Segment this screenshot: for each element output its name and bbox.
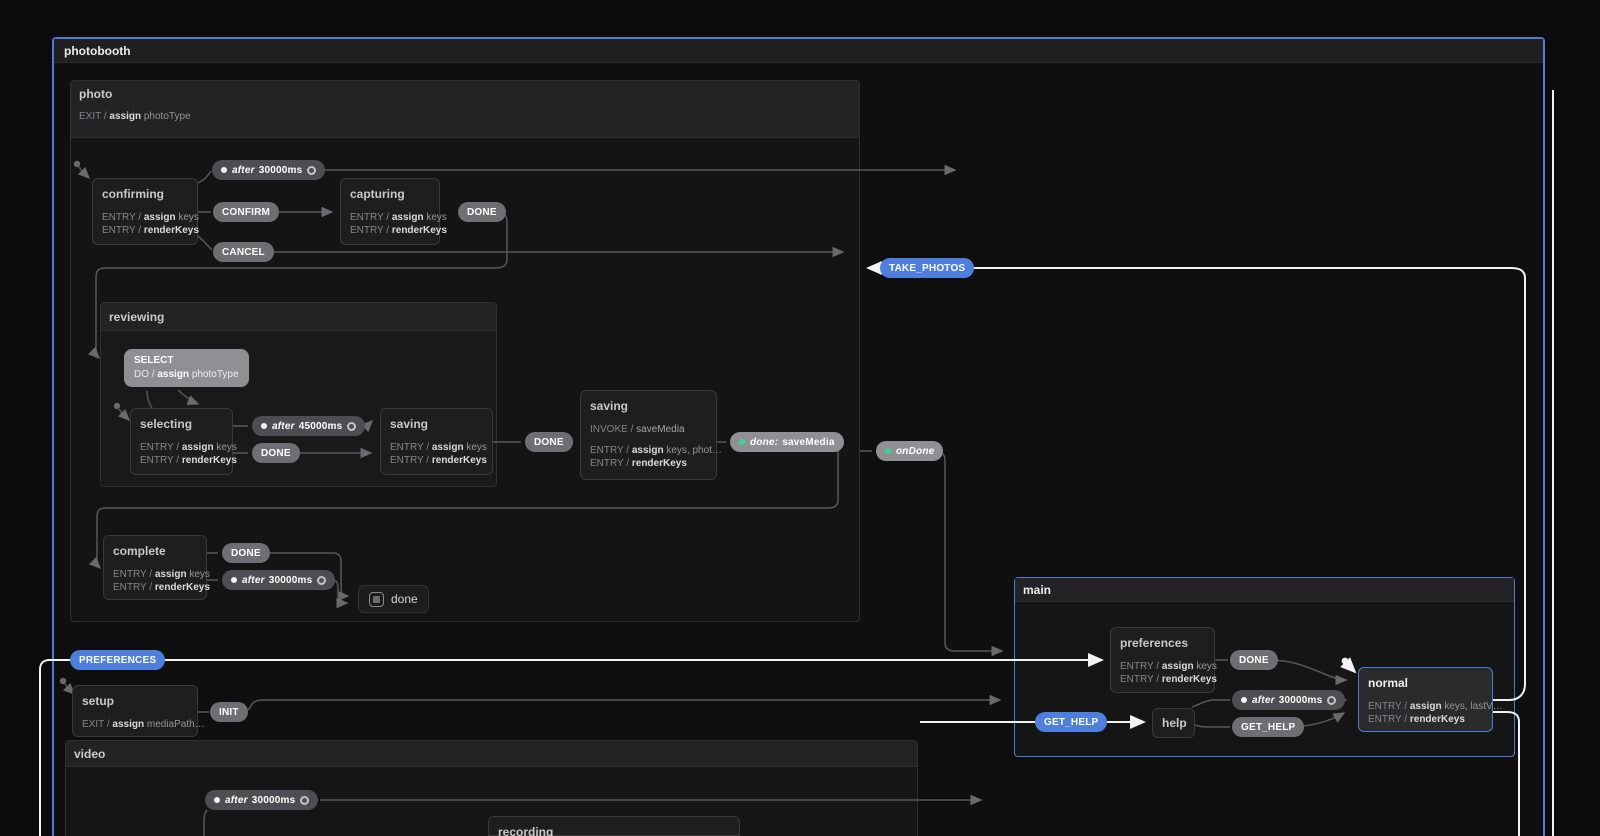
state-preferences[interactable]: preferences ENTRY / assign keys ENTRY / … [1110, 627, 1215, 693]
transition-select[interactable]: SELECT DO / assign photoType [124, 349, 249, 387]
entry-action: ENTRY / renderKeys [350, 224, 430, 237]
entry-action: ENTRY / assign keys [350, 211, 430, 224]
state-preferences-title: preferences [1120, 636, 1205, 650]
transition-get-help-normal[interactable]: GET_HELP [1232, 717, 1304, 737]
state-complete[interactable]: complete ENTRY / assign keys ENTRY / ren… [103, 535, 207, 600]
state-saving-title: saving [390, 417, 483, 431]
delay-dot-icon [214, 797, 220, 803]
transition-after-30000-confirming[interactable]: after 30000ms [212, 160, 325, 180]
state-normal[interactable]: normal ENTRY / assign keys, lastV… ENTRY… [1358, 667, 1493, 732]
machine-title: photobooth [64, 44, 131, 58]
group-photo-title: photo [79, 87, 859, 101]
timer-icon [317, 576, 326, 585]
state-done-title: done [391, 592, 418, 606]
invoke-done-dot-icon [885, 448, 891, 454]
state-capturing-title: capturing [350, 187, 430, 201]
entry-action: ENTRY / assign keys [1120, 660, 1205, 673]
entry-action: ENTRY / assign keys [102, 211, 188, 224]
delay-dot-icon [1241, 697, 1247, 703]
timer-icon [1327, 696, 1336, 705]
final-state-icon [369, 592, 384, 607]
timer-icon [347, 422, 356, 431]
state-done-final[interactable]: done [358, 585, 429, 613]
transition-after-30000-complete[interactable]: after 30000ms [222, 570, 335, 590]
transition-done-selecting[interactable]: DONE [252, 443, 300, 463]
transition-init[interactable]: INIT [210, 702, 248, 722]
entry-action: ENTRY / assign keys [390, 441, 483, 454]
entry-action: ENTRY / renderKeys [140, 454, 223, 467]
entry-action: ENTRY / renderKeys [390, 454, 483, 467]
group-video-title: video [74, 747, 917, 761]
group-main-title: main [1023, 583, 1514, 597]
state-help[interactable]: help [1152, 708, 1195, 738]
group-main-header[interactable]: main [1015, 578, 1514, 602]
transition-get-help[interactable]: GET_HELP [1035, 712, 1107, 732]
transition-done-preferences[interactable]: DONE [1230, 650, 1278, 670]
group-reviewing-title: reviewing [109, 310, 496, 324]
invoke-done-dot-icon [739, 439, 745, 445]
group-reviewing-header[interactable]: reviewing [101, 303, 496, 331]
entry-action: ENTRY / assign keys [113, 568, 197, 581]
transition-after-30000-help[interactable]: after 30000ms [1232, 690, 1345, 710]
delay-dot-icon [231, 577, 237, 583]
state-selecting-title: selecting [140, 417, 223, 431]
state-saving-reviewing[interactable]: saving ENTRY / assign keys ENTRY / rende… [380, 408, 493, 475]
transition-after-45000-selecting[interactable]: after 45000ms [252, 416, 365, 436]
state-saving-photo[interactable]: saving INVOKE / saveMedia ENTRY / assign… [580, 390, 717, 480]
delay-dot-icon [221, 167, 227, 173]
entry-action: ENTRY / assign keys, lastV… [1368, 700, 1483, 713]
entry-action: ENTRY / assign keys [140, 441, 223, 454]
group-video-header[interactable]: video [66, 741, 917, 767]
timer-icon [307, 166, 316, 175]
state-confirming-title: confirming [102, 187, 188, 201]
exit-action: EXIT / assign mediaPath… [82, 718, 188, 731]
transition-cancel[interactable]: CANCEL [213, 242, 274, 262]
state-machine-canvas[interactable]: photobooth photo EXIT / assign photoType… [0, 0, 1600, 836]
transition-confirm[interactable]: CONFIRM [213, 202, 279, 222]
transition-done-complete[interactable]: DONE [222, 543, 270, 563]
state-saving-title: saving [590, 399, 707, 413]
transition-done-savemedia[interactable]: done: saveMedia [730, 432, 844, 452]
state-recording[interactable]: recording [488, 816, 740, 836]
delay-dot-icon [261, 423, 267, 429]
entry-action: ENTRY / renderKeys [590, 457, 707, 470]
state-capturing[interactable]: capturing ENTRY / assign keys ENTRY / re… [340, 178, 440, 245]
state-setup[interactable]: setup EXIT / assign mediaPath… [72, 685, 198, 737]
machine-photobooth-header[interactable]: photobooth [54, 39, 1543, 63]
state-normal-title: normal [1368, 676, 1483, 690]
entry-action: ENTRY / renderKeys [102, 224, 188, 237]
state-recording-title: recording [498, 825, 730, 836]
entry-action: ENTRY / renderKeys [1120, 673, 1205, 686]
state-confirming[interactable]: confirming ENTRY / assign keys ENTRY / r… [92, 178, 198, 245]
transition-done-saving[interactable]: DONE [525, 432, 573, 452]
invoke-action: INVOKE / saveMedia [590, 423, 707, 436]
timer-icon [300, 796, 309, 805]
entry-action: ENTRY / renderKeys [113, 581, 197, 594]
transition-take-photos[interactable]: TAKE_PHOTOS [880, 258, 974, 278]
transition-ondone[interactable]: onDone [876, 441, 943, 461]
state-help-title: help [1162, 716, 1185, 730]
transition-after-30000-video[interactable]: after 30000ms [205, 790, 318, 810]
photo-exit-action: EXIT / assign photoType [79, 110, 859, 123]
state-selecting[interactable]: selecting ENTRY / assign keys ENTRY / re… [130, 408, 233, 475]
group-photo-header[interactable]: photo EXIT / assign photoType [71, 81, 859, 138]
state-complete-title: complete [113, 544, 197, 558]
entry-action: ENTRY / renderKeys [1368, 713, 1483, 726]
entry-action: ENTRY / assign keys, phot… [590, 444, 707, 457]
transition-preferences[interactable]: PREFERENCES [70, 650, 165, 670]
state-setup-title: setup [82, 694, 188, 708]
transition-done-capturing[interactable]: DONE [458, 202, 506, 222]
